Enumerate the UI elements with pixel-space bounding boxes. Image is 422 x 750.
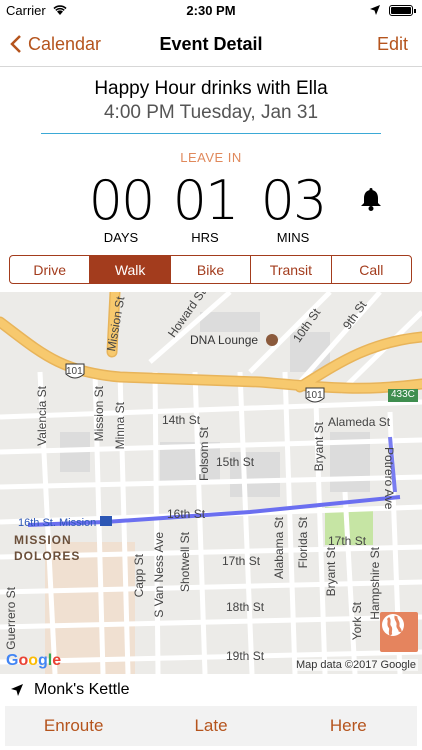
hwy-101-label-a: 101 <box>66 366 83 377</box>
hwy-101-label-b: 101 <box>306 390 323 401</box>
status-bar: Carrier 2:30 PM <box>0 0 422 22</box>
capp-st-label: Capp St <box>132 554 146 598</box>
destination-row[interactable]: Monk's Kettle <box>0 674 422 705</box>
shotwell-st-label: Shotwell St <box>178 532 192 593</box>
google-logo: Google <box>6 652 62 669</box>
exit-433c-label: 433C <box>391 389 415 400</box>
alameda-st-label: Alameda St <box>328 415 391 429</box>
travel-mode-selector: Drive Walk Bike Transit Call <box>9 255 412 284</box>
enroute-button[interactable]: Enroute <box>5 706 142 746</box>
york-st-label: York St <box>350 602 364 641</box>
event-title: Happy Hour drinks with Ella <box>94 78 328 99</box>
mins-label: MINS <box>276 230 310 245</box>
bart-icon <box>100 516 112 526</box>
navigation-arrow-icon <box>11 683 23 696</box>
mode-transit[interactable]: Transit <box>251 256 332 283</box>
guerrero-st-label: Guerrero St <box>4 587 18 650</box>
event-datetime: 4:00 PM Tuesday, Jan 31 <box>103 102 319 123</box>
globe-icon <box>382 614 404 636</box>
17th-st-label-b: 17th St <box>328 534 367 548</box>
map-credit: Map data ©2017 Google <box>293 659 418 671</box>
15th-st-label: 15th St <box>216 455 255 469</box>
s-van-ness-label: S Van Ness Ave <box>152 532 166 618</box>
mins-value: 03 <box>260 169 328 232</box>
bart-station-label: 16th St. Mission <box>18 517 97 529</box>
mode-drive[interactable]: Drive <box>10 256 91 283</box>
bell-icon[interactable] <box>358 187 384 213</box>
edit-button[interactable]: Edit <box>377 34 408 55</box>
route-map[interactable]: 101 101 433C Mission St Howard St 10th S… <box>0 292 422 674</box>
folsom-st-label: Folsom St <box>197 427 211 482</box>
hampshire-st-label: Hampshire St <box>368 547 382 620</box>
16th-st-label: 16th St <box>167 507 206 521</box>
navigation-bar: Calendar Event Detail Edit <box>0 22 422 67</box>
hours-label: HRS <box>191 230 219 245</box>
location-arrow-icon <box>370 5 380 15</box>
alabama-st-label: Alabama St <box>272 517 286 580</box>
18th-st-label: 18th St <box>226 600 265 614</box>
minna-st-label: Minna St <box>113 402 127 450</box>
late-button[interactable]: Late <box>142 706 279 746</box>
clock: 2:30 PM <box>186 3 236 18</box>
17th-st-label-a: 17th St <box>222 554 261 568</box>
bryant-st-label: Bryant St <box>312 422 326 472</box>
page-title: Event Detail <box>159 34 263 54</box>
countdown-days: 00 DAYS <box>76 169 166 246</box>
action-bar: Enroute Late Here <box>5 706 417 746</box>
open-maps-button[interactable] <box>380 612 418 652</box>
mission-dolores-label: MISSION DOLORES <box>14 533 81 563</box>
here-button[interactable]: Here <box>280 706 417 746</box>
19th-st-label: 19th St <box>226 649 265 663</box>
countdown-hours: 01 HRS <box>160 169 250 246</box>
valencia-st-label: Valencia St <box>35 386 49 446</box>
mode-call[interactable]: Call <box>332 256 411 283</box>
countdown-mins: 03 MINS <box>248 169 338 246</box>
days-label: DAYS <box>103 230 139 245</box>
dna-lounge-marker <box>266 334 278 346</box>
mode-bike[interactable]: Bike <box>171 256 252 283</box>
divider <box>41 133 381 134</box>
14th-st-label: 14th St <box>162 413 201 427</box>
dna-lounge-label: DNA Lounge <box>190 333 259 347</box>
bryant-st-2-label: Bryant St <box>324 547 338 597</box>
mission-st-label: Mission St <box>92 386 106 442</box>
battery-icon <box>389 5 416 16</box>
days-value: 00 <box>88 169 156 232</box>
leave-in-heading: LEAVE IN <box>180 150 242 165</box>
florida-st-label: Florida St <box>296 517 310 569</box>
mode-walk[interactable]: Walk <box>90 256 171 283</box>
hours-value: 01 <box>172 169 240 232</box>
destination-name: Monk's Kettle <box>34 680 130 698</box>
potrero-ave-label: Potrero Ave <box>382 447 396 510</box>
